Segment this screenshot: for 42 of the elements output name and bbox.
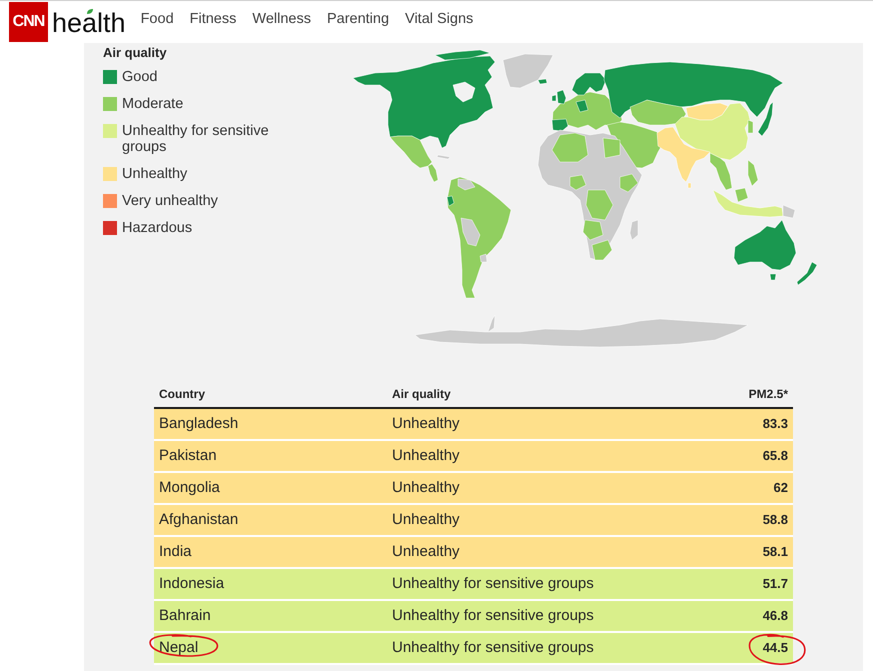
pm-value-cell-text: 62 (774, 478, 788, 497)
health-logo[interactable]: health (52, 7, 126, 39)
leaf-icon (87, 9, 93, 14)
legend-label: Moderate (122, 96, 184, 112)
nav-link[interactable]: Fitness (190, 9, 236, 31)
pm-value-cell-text: 58.8 (762, 510, 788, 529)
air-quality-cell-text: Unhealthy (392, 542, 461, 562)
air-quality-cell-text: Unhealthy (392, 414, 461, 434)
air-quality-cell-text: Unhealthy (392, 510, 461, 530)
pm-value-cell: 44.5 (762, 638, 788, 658)
legend-title: Air quality (103, 45, 168, 61)
pm-value-cell-text: 58.1 (762, 542, 788, 561)
country-cell-text: Indonesia (159, 574, 224, 594)
country-cell-text: Pakistan (159, 446, 217, 466)
air-quality-cell-text: Unhealthy (392, 446, 461, 466)
legend-label: Good (122, 69, 158, 85)
country-cell-text: India (159, 542, 192, 562)
nav-link[interactable]: Vital Signs (405, 9, 474, 31)
nav-link[interactable]: Parenting (326, 9, 390, 31)
country-cell-text: Afghanistan (159, 510, 238, 530)
pm-value-cell-text: 83.3 (762, 414, 788, 433)
legend-label: Unhealthy for sensitive groups (122, 123, 270, 155)
legend-label: Hazardous (122, 220, 192, 236)
country-cell: Nepal (159, 636, 198, 660)
country-cell-text: Bangladesh (159, 414, 238, 434)
column-header: Country (159, 386, 206, 403)
nav-link[interactable]: Food (140, 9, 174, 31)
column-header: PM2.5* (748, 386, 788, 403)
air-quality-cell-text: Unhealthy for sensitive groups (392, 638, 595, 658)
nav-link[interactable]: Wellness (252, 9, 311, 31)
legend-label: Very unhealthy (122, 193, 218, 209)
air-quality-cell-text: Unhealthy for sensitive groups (392, 606, 595, 626)
air-quality-cell-text: Unhealthy for sensitive groups (392, 574, 595, 594)
pm-value-cell-text: 65.8 (762, 446, 788, 465)
legend-label: Unhealthy (122, 166, 188, 182)
air-quality-cell-text: Unhealthy (392, 478, 461, 498)
cnn-logo[interactable]: CNN (9, 2, 48, 42)
country-cell-text: Mongolia (159, 478, 220, 498)
pm-value-cell-text: 51.7 (762, 574, 788, 593)
column-header: Air quality (392, 386, 452, 403)
country-cell-text: Bahrain (159, 606, 211, 626)
pm-value-cell-text: 46.8 (762, 606, 788, 625)
